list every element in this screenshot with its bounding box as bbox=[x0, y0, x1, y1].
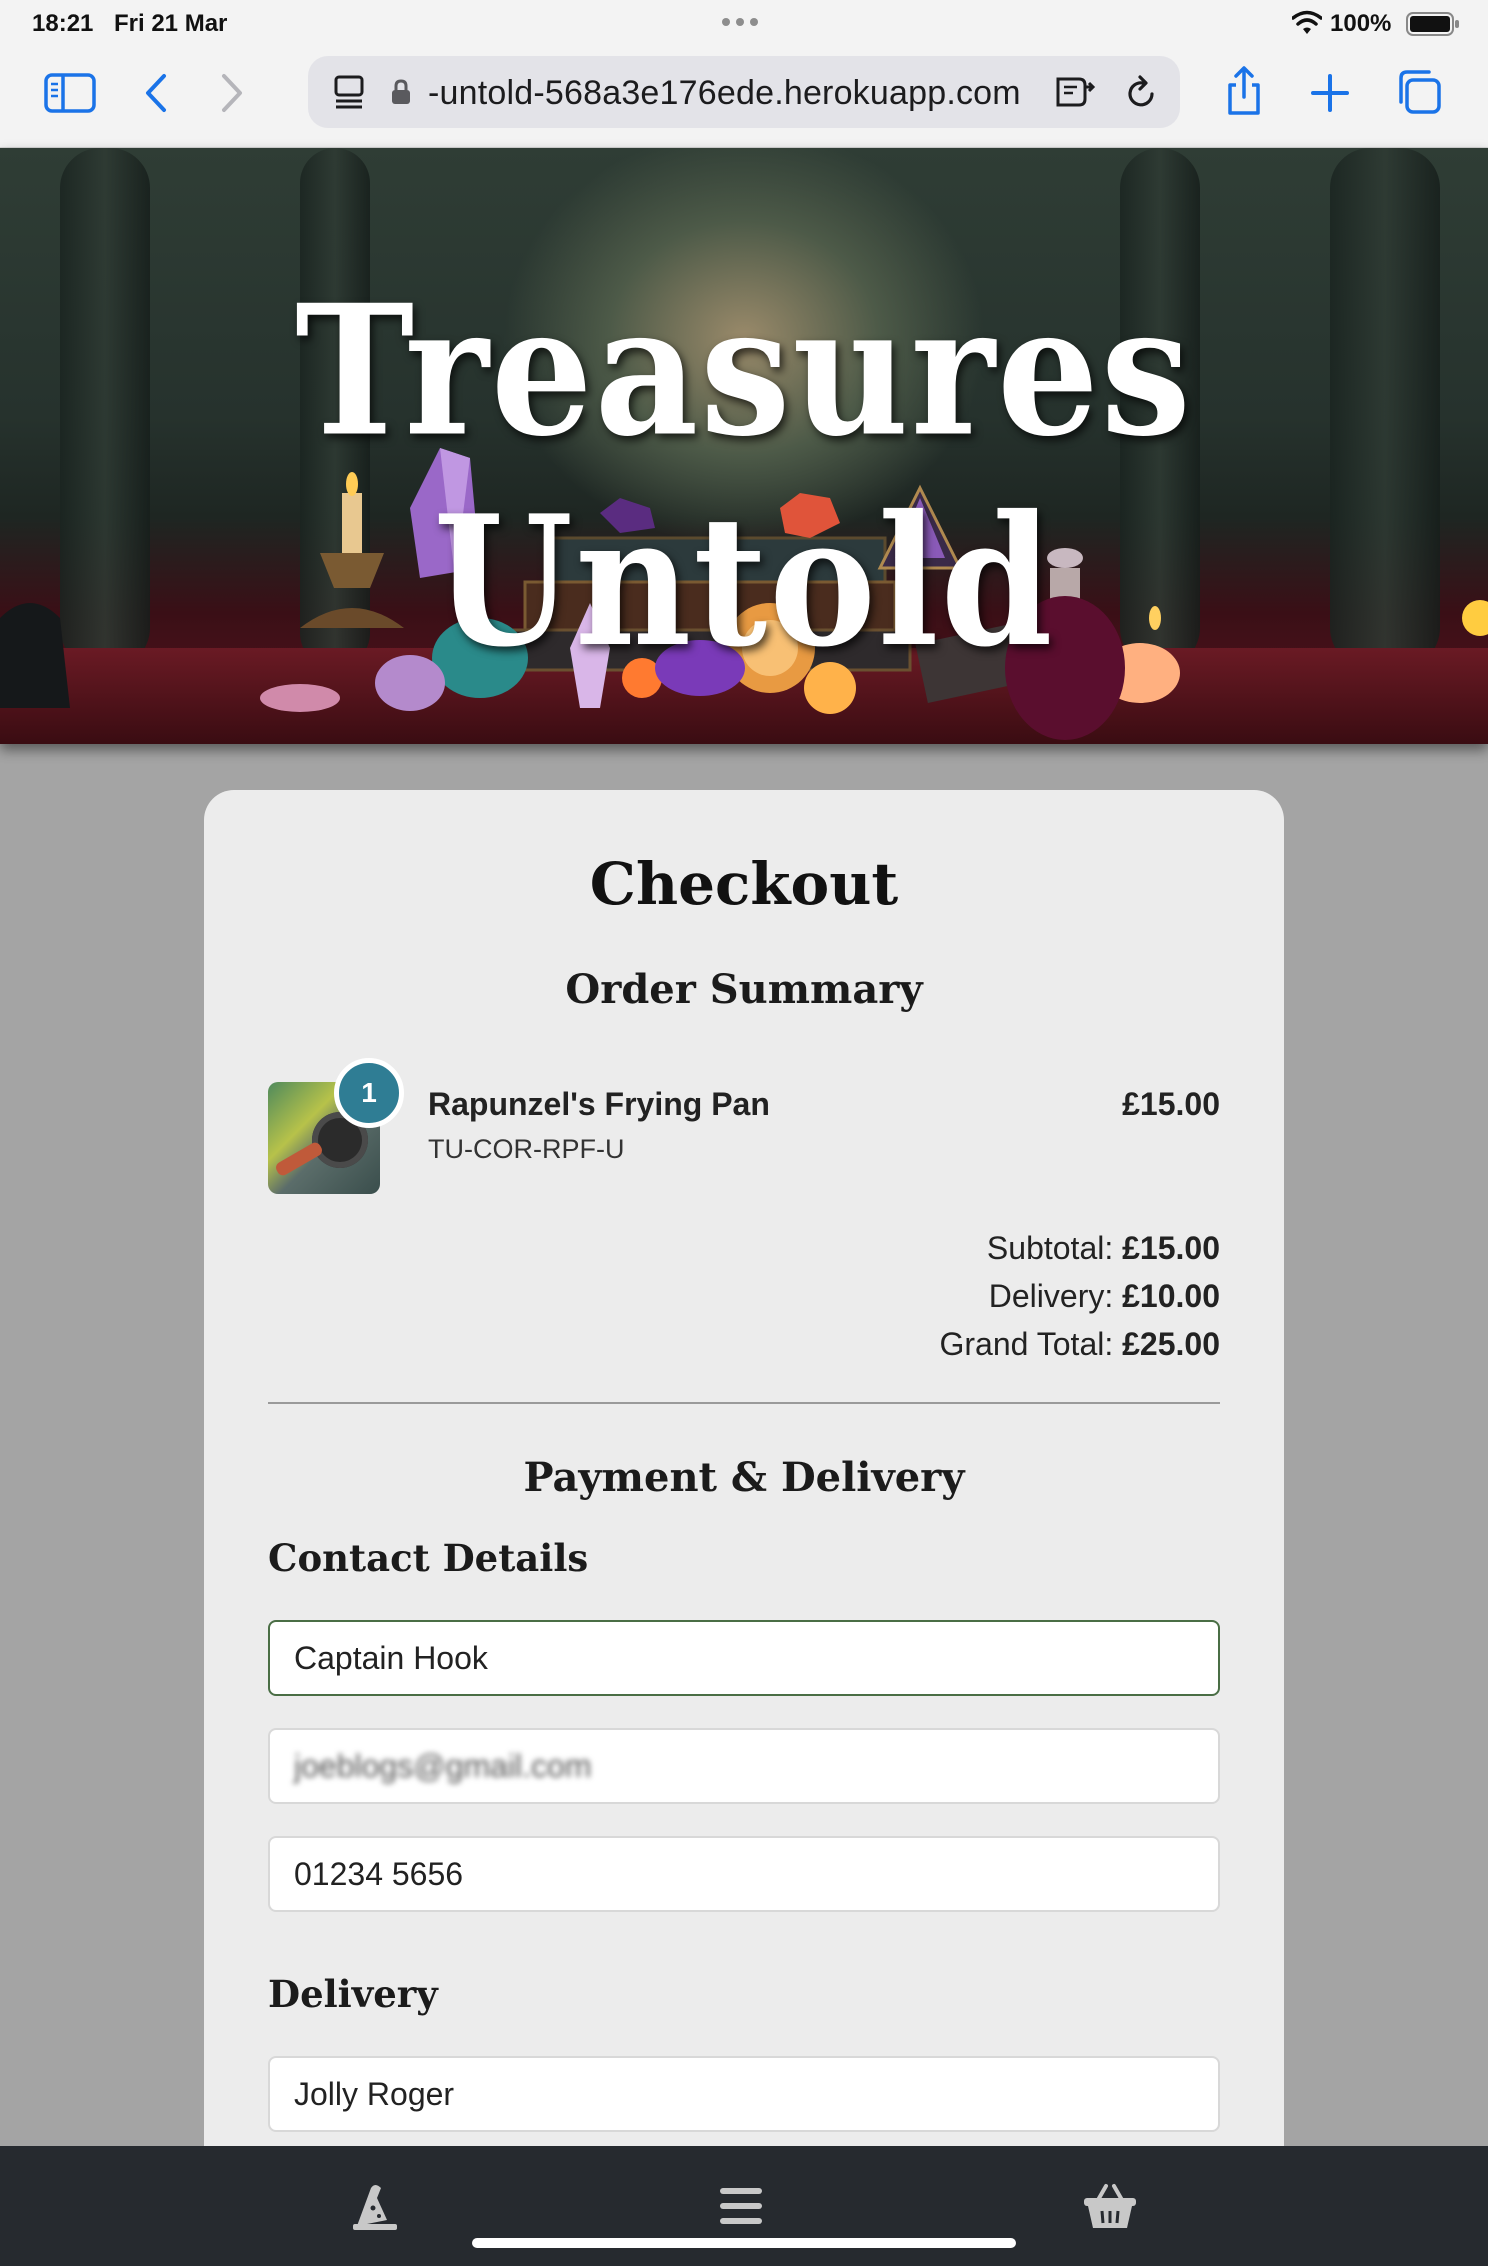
grand-total-value: £25.00 bbox=[1122, 1326, 1220, 1362]
phone-value: 01234 5656 bbox=[294, 1856, 464, 1892]
contact-details-title: Contact Details bbox=[268, 1536, 589, 1580]
delivery-cost-label: Delivery: bbox=[988, 1278, 1114, 1314]
forward-icon[interactable] bbox=[212, 69, 252, 117]
page-title: Checkout bbox=[589, 850, 899, 918]
wifi-icon bbox=[1292, 10, 1322, 34]
battery-percent: 100% bbox=[1330, 10, 1392, 37]
battery-icon bbox=[1406, 12, 1459, 36]
subtotal-row: Subtotal: £15.00 bbox=[520, 1230, 1220, 1267]
status-bar: 18:21 Fri 21 Mar 100% bbox=[0, 0, 1488, 47]
bottom-nav bbox=[0, 2146, 1488, 2266]
hero-banner: Treasures Untold bbox=[0, 148, 1488, 744]
sidebar-icon[interactable] bbox=[40, 69, 100, 117]
reader-icon[interactable] bbox=[1054, 74, 1098, 110]
tabs-icon[interactable] bbox=[1394, 67, 1444, 117]
order-summary-title: Order Summary bbox=[565, 966, 923, 1013]
email-value: joeblogs@gmail.com bbox=[294, 1748, 592, 1784]
url-text: -untold-568a3e176ede.herokuapp.com bbox=[428, 74, 1021, 112]
delivery-cost-row: Delivery: £10.00 bbox=[520, 1278, 1220, 1315]
product-name[interactable]: Rapunzel's Frying Pan bbox=[428, 1086, 770, 1123]
status-time: 18:21 bbox=[32, 10, 94, 37]
subtotal-label: Subtotal: bbox=[986, 1230, 1114, 1266]
menu-icon[interactable] bbox=[681, 2146, 801, 2266]
status-date: Fri 21 Mar bbox=[114, 10, 228, 37]
address-bar[interactable]: -untold-568a3e176ede.herokuapp.com bbox=[308, 56, 1180, 128]
product-sku: TU-COR-RPF-U bbox=[428, 1134, 625, 1164]
back-icon[interactable] bbox=[136, 69, 176, 117]
full-name-value: Captain Hook bbox=[294, 1640, 488, 1676]
home-indicator[interactable] bbox=[472, 2238, 1016, 2248]
address-line-input[interactable]: Jolly Roger bbox=[268, 2056, 1220, 2132]
reload-icon[interactable] bbox=[1122, 74, 1160, 112]
phone-input[interactable]: 01234 5656 bbox=[268, 1836, 1220, 1912]
grand-total-label: Grand Total: bbox=[939, 1326, 1114, 1362]
share-icon[interactable] bbox=[1222, 63, 1266, 119]
browser-toolbar: -untold-568a3e176ede.herokuapp.com bbox=[0, 47, 1488, 148]
basket-icon[interactable] bbox=[1050, 2146, 1170, 2266]
email-input[interactable]: joeblogs@gmail.com bbox=[268, 1728, 1220, 1804]
new-tab-icon[interactable] bbox=[1308, 71, 1352, 115]
subtotal-value: £15.00 bbox=[1122, 1230, 1220, 1266]
delivery-title: Delivery bbox=[268, 1972, 438, 2016]
checkout-card: Checkout Order Summary 1 Rapunzel's Fryi… bbox=[204, 790, 1284, 2210]
multitasking-dots-icon[interactable] bbox=[722, 18, 758, 26]
full-name-input[interactable]: Captain Hook bbox=[268, 1620, 1220, 1696]
address-line-value: Jolly Roger bbox=[294, 2076, 455, 2112]
divider bbox=[268, 1402, 1220, 1404]
payment-delivery-title: Payment & Delivery bbox=[523, 1454, 965, 1501]
delivery-cost-value: £10.00 bbox=[1122, 1278, 1220, 1314]
page-menu-icon[interactable] bbox=[332, 74, 366, 110]
lock-icon bbox=[390, 78, 412, 106]
site-title[interactable]: Treasures Untold bbox=[0, 265, 1488, 686]
product-price: £15.00 bbox=[1122, 1086, 1220, 1122]
grand-total-row: Grand Total: £25.00 bbox=[520, 1326, 1221, 1363]
wizard-hat-icon[interactable] bbox=[316, 2146, 436, 2266]
quantity-badge: 1 bbox=[334, 1058, 404, 1128]
